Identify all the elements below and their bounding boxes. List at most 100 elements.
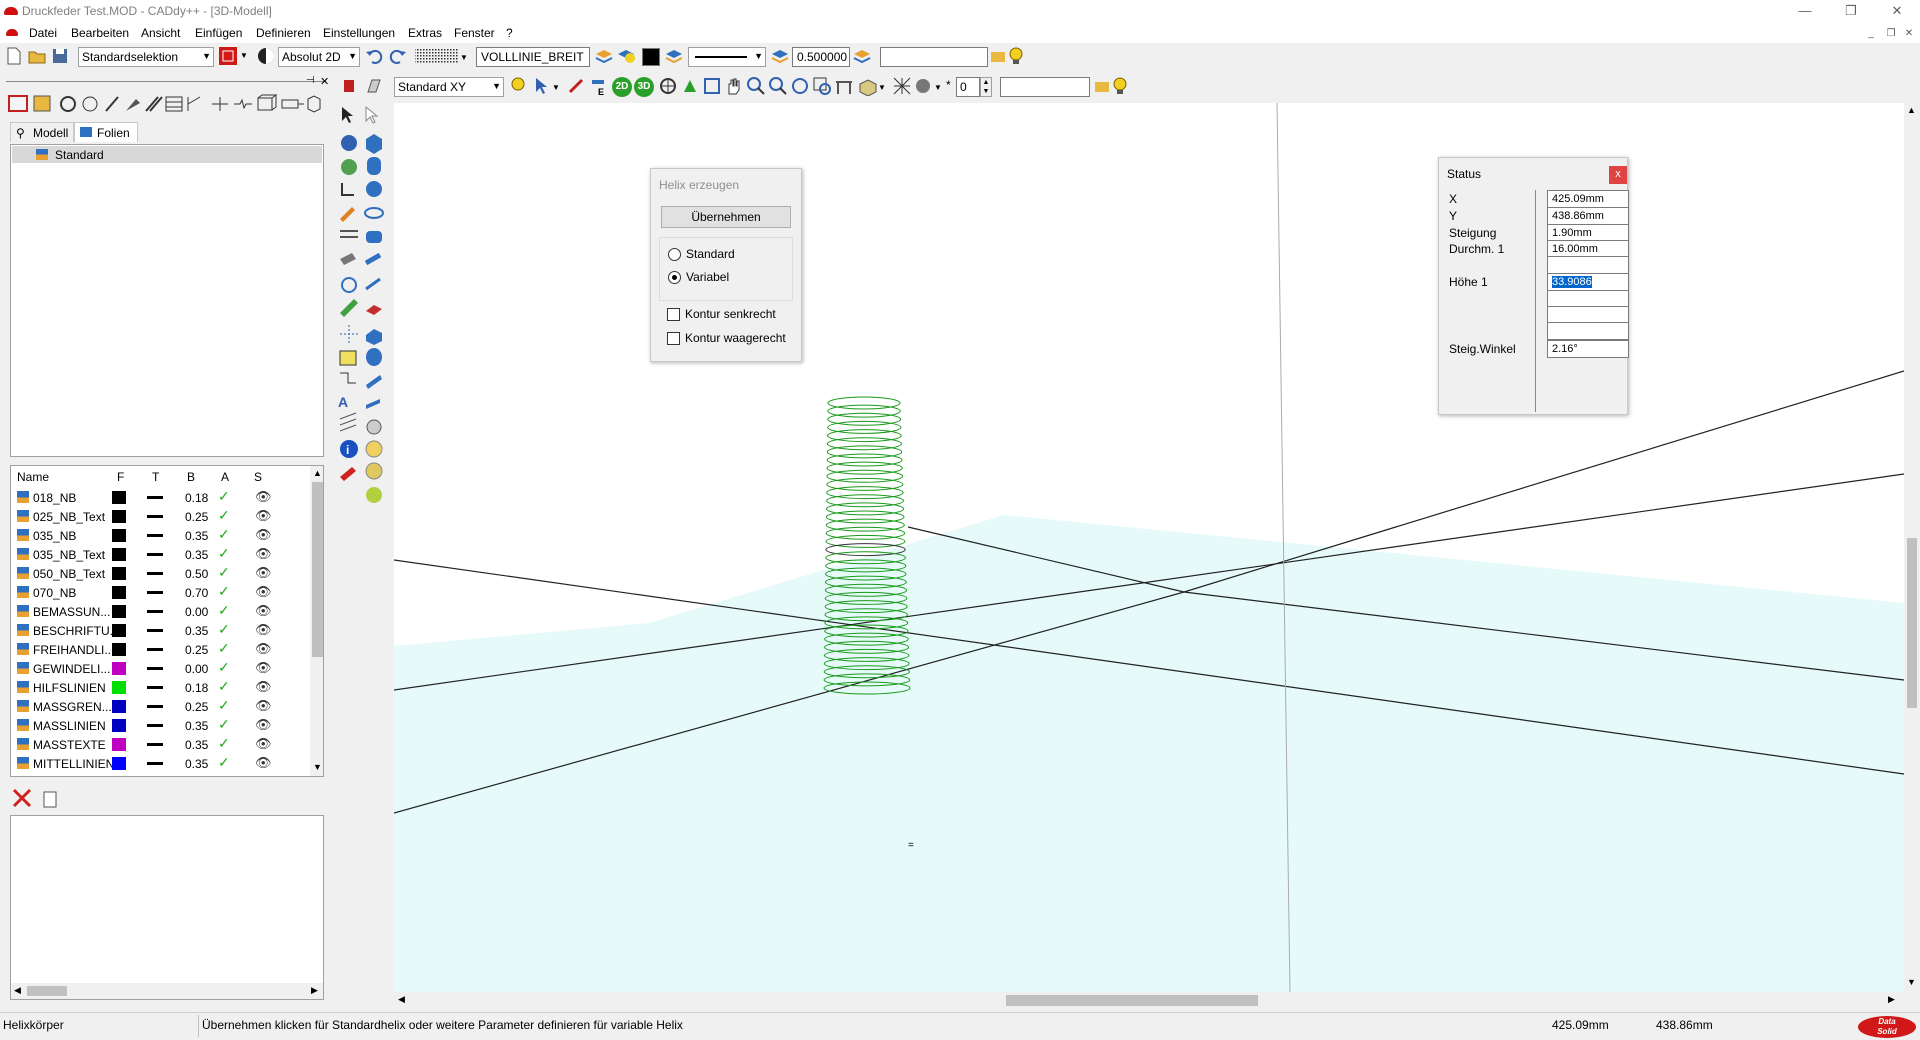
layer-linetype[interactable] bbox=[147, 610, 163, 613]
checkmark-icon[interactable]: ✓ bbox=[218, 602, 230, 619]
layer-linetype[interactable] bbox=[147, 686, 163, 689]
layer-width[interactable]: 0.35 bbox=[185, 719, 208, 733]
layer-color-swatch[interactable] bbox=[112, 757, 126, 770]
layer-linetype[interactable] bbox=[147, 496, 163, 499]
checkmark-icon[interactable]: ✓ bbox=[218, 564, 230, 581]
command-input[interactable] bbox=[880, 47, 988, 67]
open-folder-icon[interactable] bbox=[27, 46, 47, 66]
snap-icon[interactable] bbox=[256, 46, 276, 66]
checkmark-icon[interactable]: ✓ bbox=[218, 526, 230, 543]
layer-width[interactable]: 0.35 bbox=[185, 757, 208, 771]
eye-icon[interactable]: 👁 bbox=[255, 679, 272, 695]
layer-color-swatch[interactable] bbox=[112, 605, 126, 618]
lightbulb-icon[interactable] bbox=[990, 46, 1026, 66]
info-hscrollbar[interactable]: ◀ ▶ bbox=[11, 983, 323, 999]
layer-row[interactable]: FREIHANDLI... 0.25 ✓ 👁 bbox=[11, 640, 311, 659]
layer-width[interactable]: 0.18 bbox=[185, 681, 208, 695]
undo-icon[interactable] bbox=[364, 46, 384, 66]
status-close-button[interactable]: x bbox=[1609, 166, 1627, 184]
close-button[interactable]: ✕ bbox=[1874, 1, 1920, 21]
scroll-thumb[interactable] bbox=[27, 986, 67, 996]
eye-icon[interactable]: 👁 bbox=[255, 584, 272, 600]
linetype-field[interactable]: VOLLLINIE_BREIT bbox=[476, 47, 590, 67]
pin-icon[interactable]: ⊣ bbox=[306, 75, 315, 86]
layer-width[interactable]: 0.50 bbox=[185, 567, 208, 581]
checkmark-icon[interactable]: ✓ bbox=[218, 697, 230, 714]
zoom-box-icon[interactable] bbox=[702, 76, 722, 96]
layer-color-swatch[interactable] bbox=[112, 624, 126, 637]
status-value-field[interactable]: 425.09mm bbox=[1547, 190, 1629, 208]
new-file-icon[interactable] bbox=[4, 46, 24, 66]
layer-row[interactable]: HILFSLINIEN 0.18 ✓ 👁 bbox=[11, 678, 311, 697]
col-a[interactable]: A bbox=[221, 470, 229, 484]
col-b[interactable]: B bbox=[187, 470, 195, 484]
status-value-field[interactable] bbox=[1547, 256, 1629, 274]
layer-linetype[interactable] bbox=[147, 629, 163, 632]
layer-color-swatch[interactable] bbox=[112, 662, 126, 675]
model-tools-row[interactable] bbox=[6, 93, 326, 115]
scroll-down-icon[interactable]: ▼ bbox=[1907, 977, 1916, 987]
layer-linetype[interactable] bbox=[147, 705, 163, 708]
layer-width[interactable]: 0.35 bbox=[185, 624, 208, 638]
checkbox-kontur-senkrecht[interactable] bbox=[667, 308, 680, 321]
checkbox-kontur-waagerecht[interactable] bbox=[667, 332, 680, 345]
eye-icon[interactable]: 👁 bbox=[255, 489, 272, 505]
view-2d-button[interactable]: 2D bbox=[612, 77, 632, 97]
zoom-window-icon[interactable] bbox=[812, 76, 832, 96]
minimize-button[interactable]: — bbox=[1782, 1, 1828, 21]
eye-icon[interactable]: 👁 bbox=[255, 565, 272, 581]
eye-icon[interactable]: 👁 bbox=[255, 546, 272, 562]
layer-color-swatch[interactable] bbox=[112, 510, 126, 523]
layer-width[interactable]: 0.35 bbox=[185, 529, 208, 543]
layer-linetype[interactable] bbox=[147, 724, 163, 727]
menu-einfuegen[interactable]: Einfügen bbox=[195, 26, 242, 40]
scroll-thumb[interactable] bbox=[1006, 995, 1258, 1006]
section-icon[interactable] bbox=[834, 76, 854, 96]
layer-row[interactable]: MASSLINIEN 0.35 ✓ 👁 bbox=[11, 716, 311, 735]
layer-width[interactable]: 0.25 bbox=[185, 700, 208, 714]
zoom-all-icon[interactable] bbox=[790, 76, 810, 96]
menu-definieren[interactable]: Definieren bbox=[256, 26, 311, 40]
radio-standard[interactable] bbox=[668, 248, 681, 261]
status-value-field[interactable]: 438.86mm bbox=[1547, 207, 1629, 225]
layer-lamp-icon[interactable] bbox=[616, 46, 636, 66]
tool-palette[interactable]: A i bbox=[336, 103, 392, 523]
view-select[interactable]: Standard XY ▼ bbox=[394, 77, 504, 97]
col-f[interactable]: F bbox=[117, 470, 124, 484]
layer-row[interactable]: 025_NB_Text 0.25 ✓ 👁 bbox=[11, 507, 311, 526]
layer-linetype[interactable] bbox=[147, 743, 163, 746]
layer-row[interactable]: 035_NB 0.35 ✓ 👁 bbox=[11, 526, 311, 545]
checkmark-icon[interactable]: ✓ bbox=[218, 659, 230, 676]
checkmark-icon[interactable]: ✓ bbox=[218, 545, 230, 562]
eye-icon[interactable]: 👁 bbox=[255, 527, 272, 543]
checkmark-icon[interactable]: ✓ bbox=[218, 678, 230, 695]
lightbulb-icon[interactable] bbox=[1094, 76, 1130, 96]
layer-row[interactable]: 035_NB_Text 0.35 ✓ 👁 bbox=[11, 545, 311, 564]
layer-row[interactable]: 070_NB 0.70 ✓ 👁 bbox=[11, 583, 311, 602]
scroll-down-icon[interactable]: ▼ bbox=[313, 762, 322, 772]
eye-icon[interactable]: 👁 bbox=[255, 641, 272, 657]
menu-datei[interactable]: Datei bbox=[29, 26, 57, 40]
layer-linetype[interactable] bbox=[147, 667, 163, 670]
layer-icon[interactable] bbox=[594, 46, 614, 66]
scroll-left-icon[interactable]: ◀ bbox=[14, 985, 21, 996]
layer-stack-icon[interactable] bbox=[664, 46, 684, 66]
status-value-field[interactable]: 33.9086 bbox=[1547, 273, 1629, 291]
eye-icon[interactable]: 👁 bbox=[255, 660, 272, 676]
layer-row[interactable]: 018_NB 0.18 ✓ 👁 bbox=[11, 488, 311, 507]
layer-row[interactable]: BEMASSUN... 0.00 ✓ 👁 bbox=[11, 602, 311, 621]
radio-variabel[interactable] bbox=[668, 271, 681, 284]
status-value-field[interactable] bbox=[1547, 322, 1629, 340]
layer-width[interactable]: 0.25 bbox=[185, 643, 208, 657]
drawing-canvas[interactable]: = bbox=[394, 103, 1904, 993]
layer-width[interactable]: 0.18 bbox=[185, 491, 208, 505]
layer-linetype[interactable] bbox=[147, 515, 163, 518]
checkmark-icon[interactable]: ✓ bbox=[218, 488, 230, 505]
col-name[interactable]: Name bbox=[17, 470, 49, 484]
mdi-icon[interactable] bbox=[6, 29, 18, 36]
checkmark-icon[interactable]: ✓ bbox=[218, 583, 230, 600]
canvas-hscrollbar[interactable]: ◀ ▶ bbox=[394, 992, 1904, 1009]
status-value-field[interactable]: 2.16° bbox=[1547, 340, 1629, 358]
layer-linetype[interactable] bbox=[147, 534, 163, 537]
layer-linetype[interactable] bbox=[147, 553, 163, 556]
